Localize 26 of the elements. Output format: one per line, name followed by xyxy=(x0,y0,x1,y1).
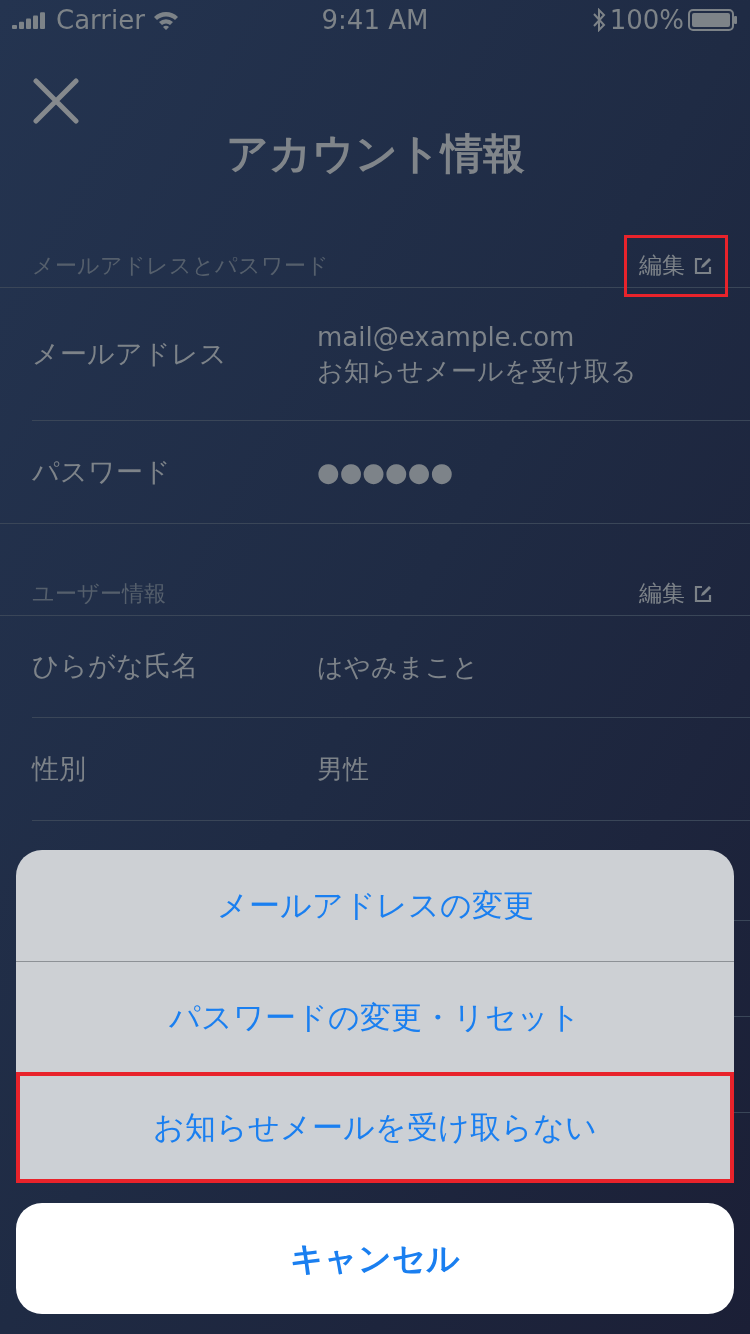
field-value: はやみまこと xyxy=(317,650,479,684)
close-icon xyxy=(33,78,79,124)
field-label: パスワード xyxy=(32,454,172,489)
edit-icon xyxy=(693,583,713,604)
wifi-icon xyxy=(152,10,179,30)
battery-icon xyxy=(688,9,738,31)
bluetooth-icon xyxy=(591,8,606,32)
field-value: ●●●●●● xyxy=(317,456,454,489)
field-label: メールアドレス xyxy=(32,336,228,371)
field-value: mail@example.com xyxy=(317,321,576,354)
battery-percent: 100% xyxy=(609,3,684,37)
action-option[interactable]: メールアドレスの変更 xyxy=(16,850,734,961)
edit-button[interactable]: 編集 xyxy=(624,234,728,297)
signal-icon xyxy=(12,11,48,29)
field-label: 性別 xyxy=(32,751,87,786)
field-value: 男性 xyxy=(317,753,369,786)
cancel-button[interactable]: キャンセル xyxy=(16,1203,734,1314)
status-time: 9:41 AM xyxy=(321,3,429,37)
field-value: お知らせメールを受け取る xyxy=(317,355,637,388)
page-title: アカウント情報 xyxy=(224,128,526,180)
carrier-name: Carrier xyxy=(56,3,145,37)
edit-icon xyxy=(693,255,713,276)
close-button[interactable] xyxy=(32,78,80,124)
field-label: ひらがな氏名 xyxy=(32,649,199,684)
edit-button[interactable]: 編集 xyxy=(624,562,728,625)
action-option[interactable]: お知らせメールを受け取らない xyxy=(16,1072,734,1183)
